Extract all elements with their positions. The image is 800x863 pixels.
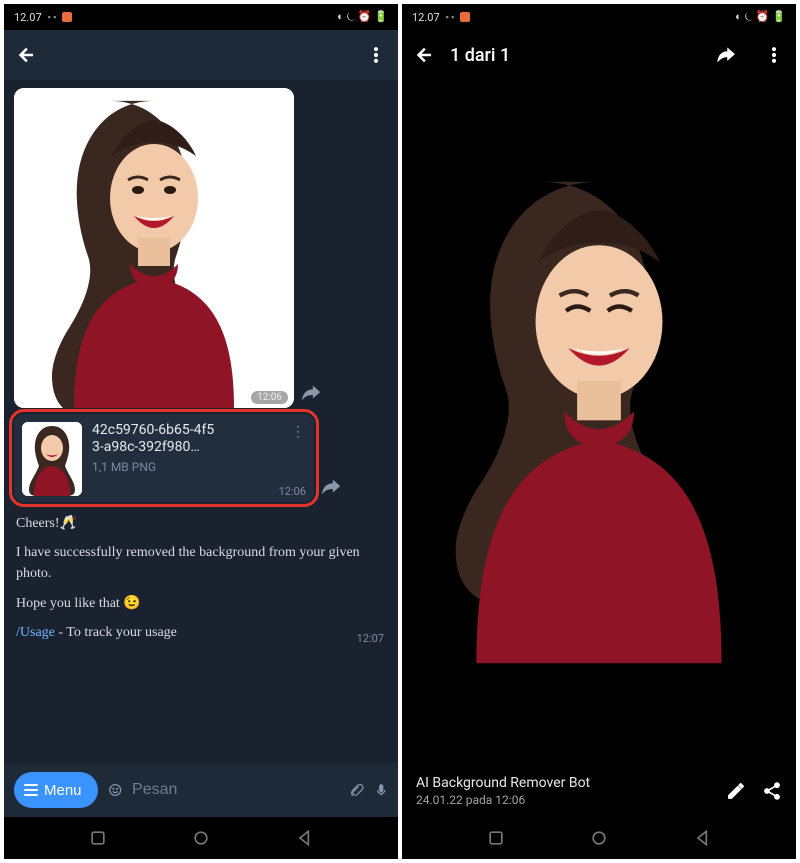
bot-cheers-text: Cheers!	[16, 516, 60, 531]
nav-home-icon[interactable]	[589, 828, 609, 848]
status-time: 12.07	[14, 11, 42, 24]
nav-back-icon[interactable]	[295, 828, 315, 848]
status-right: ◐ ⏾ ⏰ 🔋	[735, 10, 786, 24]
status-bar: 12.07 ▪ ▪ ◐ ⏾ ⏰ 🔋	[4, 4, 398, 30]
nav-home-icon[interactable]	[191, 828, 211, 848]
message-input-bar: Menu	[4, 763, 398, 817]
portrait-image-transparent-bg	[402, 80, 796, 765]
file-name-line1: 42c59760-6b65-4f5	[92, 422, 304, 439]
nav-recent-icon[interactable]	[88, 828, 108, 848]
usage-command-link[interactable]: /Usage	[16, 625, 55, 640]
emoji-picker-icon[interactable]	[108, 777, 122, 803]
champagne-icon: 🥂	[60, 514, 77, 530]
bot-line-success: I have successfully removed the backgrou…	[16, 542, 386, 584]
viewer-caption: AI Background Remover Bot 24.01.22 pada …	[416, 775, 710, 807]
viewer-counter: 1 dari 1	[450, 45, 510, 66]
phone-left-chat: 12.07 ▪ ▪ ◐ ⏾ ⏰ 🔋	[4, 4, 398, 859]
file-attachment[interactable]: 42c59760-6b65-4f5 3-a98c-392f980… 1,1 MB…	[14, 414, 314, 502]
bot-line-usage: /Usage - To track your usage	[16, 622, 386, 643]
message-photo[interactable]: 12:06	[14, 88, 294, 408]
status-dots: ▪ ▪	[446, 12, 455, 23]
mic-icon[interactable]	[374, 777, 388, 803]
file-size: 1,1 MB PNG	[92, 460, 304, 474]
attach-icon[interactable]	[349, 777, 363, 803]
share-icon[interactable]	[762, 781, 782, 801]
more-icon[interactable]	[764, 45, 784, 65]
nav-back-icon[interactable]	[693, 828, 713, 848]
status-time: 12.07	[412, 11, 440, 24]
more-icon[interactable]	[366, 45, 386, 65]
file-thumbnail	[22, 422, 82, 496]
forward-icon[interactable]	[716, 45, 736, 65]
chat-header	[4, 30, 398, 80]
message-file-row: 42c59760-6b65-4f5 3-a98c-392f980… 1,1 MB…	[14, 414, 388, 502]
system-nav-bar	[402, 817, 796, 859]
forward-icon[interactable]	[320, 476, 342, 498]
viewer-footer: AI Background Remover Bot 24.01.22 pada …	[402, 765, 796, 817]
menu-bars-icon	[24, 784, 38, 796]
wink-icon: 😉	[123, 594, 140, 610]
message-input[interactable]	[132, 781, 339, 799]
chat-messages[interactable]: 12:06 42c59760-6b65-4f5 3-a98	[4, 80, 398, 763]
viewer-header: 1 dari 1	[402, 30, 796, 80]
bot-line-cheers: Cheers!🥂	[16, 512, 386, 534]
file-more-icon[interactable]: ⋮	[291, 424, 306, 440]
back-icon[interactable]	[16, 45, 36, 65]
file-name-line2: 3-a98c-392f980…	[92, 439, 304, 456]
status-dots: ▪ ▪	[48, 12, 57, 23]
status-icons: ◐ ⏾ ⏰ 🔋	[337, 10, 388, 24]
viewer-caption-sub: 24.01.22 pada 12:06	[416, 793, 710, 807]
image-viewer[interactable]	[402, 80, 796, 765]
edit-icon[interactable]	[726, 781, 746, 801]
message-photo-row: 12:06	[14, 88, 388, 408]
nav-recent-icon[interactable]	[486, 828, 506, 848]
status-app-indicator-icon	[62, 12, 72, 22]
system-nav-bar	[4, 817, 398, 859]
forward-icon[interactable]	[300, 382, 322, 404]
status-icons: ◐ ⏾ ⏰ 🔋	[735, 10, 786, 24]
bot-timestamp: 12:07	[357, 631, 384, 648]
usage-rest: - To track your usage	[55, 625, 177, 640]
status-bar: 12.07 ▪ ▪ ◐ ⏾ ⏰ 🔋	[402, 4, 796, 30]
file-meta: 42c59760-6b65-4f5 3-a98c-392f980… 1,1 MB…	[92, 422, 304, 496]
viewer-caption-title: AI Background Remover Bot	[416, 775, 710, 791]
back-icon[interactable]	[414, 45, 434, 65]
menu-button[interactable]: Menu	[14, 772, 98, 808]
phone-right-viewer: 12.07 ▪ ▪ ◐ ⏾ ⏰ 🔋 1 dari 1	[402, 4, 796, 859]
portrait-image-white-bg	[14, 88, 294, 408]
file-timestamp: 12:06	[279, 485, 306, 498]
status-right: ◐ ⏾ ⏰ 🔋	[337, 10, 388, 24]
bot-hope-text: Hope you like that	[16, 596, 120, 611]
menu-label: Menu	[44, 782, 82, 799]
bot-text-message[interactable]: Cheers!🥂 I have successfully removed the…	[14, 508, 388, 647]
bot-line-hope: Hope you like that 😉	[16, 592, 386, 614]
status-app-indicator-icon	[460, 12, 470, 22]
photo-timestamp: 12:06	[251, 391, 288, 404]
thumbnail-image	[22, 422, 82, 496]
